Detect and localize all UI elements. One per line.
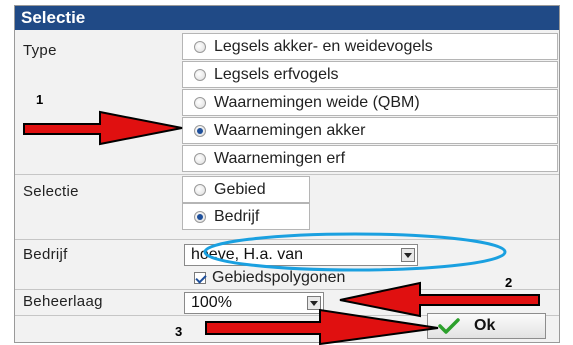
red-arrow-3 <box>205 308 439 345</box>
blue-ellipse-highlight <box>203 232 507 272</box>
red-arrow-1 <box>23 110 183 146</box>
red-arrow-2 <box>339 281 540 318</box>
annotation-overlay <box>23 110 540 345</box>
